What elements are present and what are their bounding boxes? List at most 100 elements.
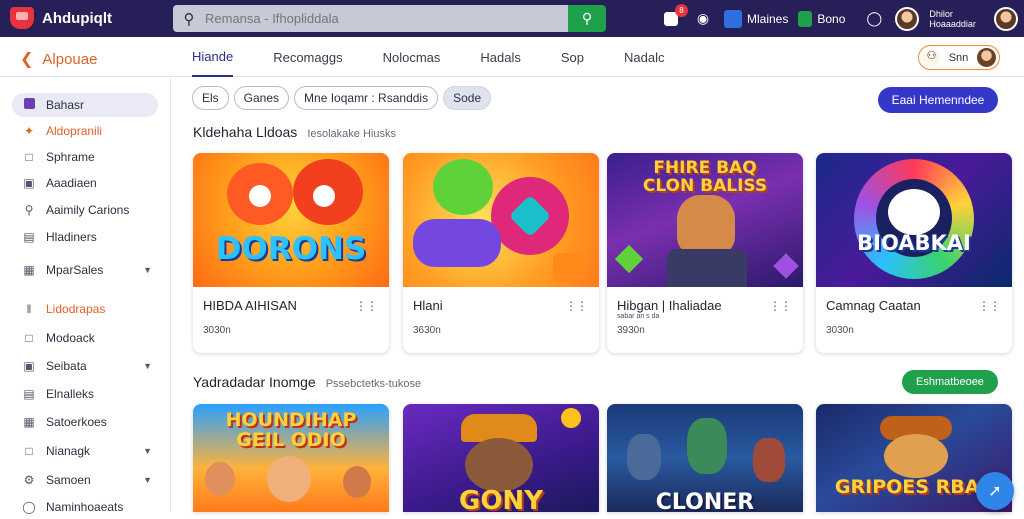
top-link-2[interactable]: Bono xyxy=(798,10,846,27)
side-character xyxy=(205,462,235,496)
sidebar-item-label: Modoack xyxy=(46,331,95,345)
game-card[interactable]: Hlani ⋮⋮ 3630n xyxy=(403,153,599,353)
app-logo[interactable]: Ahdupiqlt xyxy=(10,7,112,29)
notification-badge: 8 xyxy=(675,3,688,17)
sidebar-item-aaadiaen[interactable]: ▣ Aaadiaen xyxy=(12,171,158,195)
sidebar-item-label: Aaimily Carions xyxy=(46,203,130,217)
promo-pill[interactable]: ⚇ Snn xyxy=(918,45,1000,70)
game-card[interactable]: DORONS HIBDA AIHISAN ⋮⋮ 3030n xyxy=(193,153,389,353)
tab-nadalc[interactable]: Nadalc xyxy=(624,37,664,77)
sidebar-item-samoen[interactable]: ⚙ Samoen ▼ xyxy=(12,468,158,492)
game-thumbnail: HOUNDIHAP GEIL ODIO xyxy=(193,404,389,512)
game-logo-text: DORONS xyxy=(215,231,367,267)
sidebar-item-hladiners[interactable]: ▤ Hladiners xyxy=(12,225,158,249)
more-options-icon[interactable]: ⋮⋮ xyxy=(565,299,588,313)
clipboard-icon: ▤ xyxy=(23,230,35,244)
sidebar-item-games[interactable]: Bahasr xyxy=(12,93,158,117)
character-shape xyxy=(687,418,727,474)
sidebar-item-nianagk[interactable]: □ Nianagk ▼ xyxy=(12,439,158,463)
sidebar-item-label: MparSales xyxy=(46,263,104,277)
chip-filter[interactable]: Mne Ioqamr : Rsanddis xyxy=(294,86,439,110)
chip-all[interactable]: Els xyxy=(192,86,229,110)
section-2-subtitle: Pssebctetks-tukose xyxy=(325,378,422,390)
game-card[interactable]: CLONER xyxy=(607,404,803,512)
coin-shape xyxy=(561,408,581,428)
section-2-button[interactable]: Eshmatbeoee xyxy=(902,370,998,394)
user-info[interactable]: Dhilor Hoaaaddiar xyxy=(929,9,976,29)
top-link-1[interactable]: Mlaines xyxy=(724,9,788,28)
box-icon: □ xyxy=(25,331,33,345)
chevron-left-icon: ❮ xyxy=(20,51,34,68)
game-card[interactable]: BIOABKAI Camnag Caatan ⋮⋮ 3030n xyxy=(816,153,1012,353)
tab-home[interactable]: Hiande xyxy=(192,37,234,77)
floating-action-button[interactable]: ➚ xyxy=(976,472,1014,510)
more-options-icon[interactable]: ⋮⋮ xyxy=(978,299,1001,313)
search-input[interactable] xyxy=(205,11,545,26)
game-thumbnail: BIOABKAI xyxy=(816,153,1012,287)
profile-icon[interactable]: ◯ xyxy=(863,8,885,30)
game-thumbnail: CLONER xyxy=(607,404,803,512)
user-name-line1: Dhilor xyxy=(929,8,953,19)
chevron-down-icon: ▼ xyxy=(143,446,152,456)
game-thumbnail: DORONS xyxy=(193,153,389,287)
hero-character xyxy=(677,195,735,255)
tab-recommended[interactable]: Recomaggs xyxy=(273,37,342,77)
sidebar-item-popular[interactable]: ✦ Aldopranili xyxy=(12,119,158,143)
secondary-avatar[interactable] xyxy=(993,6,1018,31)
more-options-icon[interactable]: ⋮⋮ xyxy=(355,299,378,313)
more-options-icon[interactable]: ⋮⋮ xyxy=(769,299,792,313)
sidebar-item-seibata[interactable]: ▣ Seibata ▼ xyxy=(12,354,158,378)
section-1-subtitle: Iesolakake Hiusks xyxy=(307,128,396,140)
game-meta: 3030n xyxy=(203,325,231,336)
tab-shop[interactable]: Sop xyxy=(561,37,584,77)
game-logo-text: BIOABKAI xyxy=(857,231,971,255)
chip-games[interactable]: Ganes xyxy=(233,86,290,110)
block-shape xyxy=(553,253,583,281)
slime-character xyxy=(433,159,493,215)
search-submit-button[interactable]: ⚲ xyxy=(568,5,606,32)
eye-shape xyxy=(249,185,271,207)
sidebar-item-family[interactable]: ⚲ Aaimily Carions xyxy=(12,198,158,222)
game-card[interactable]: GONY xyxy=(403,404,599,512)
sidebar: Bahasr ✦ Aldopranili □ Sphrame ▣ Aaadiae… xyxy=(0,78,171,514)
game-title: Camnag Caatan xyxy=(826,298,921,313)
sidebar-item-satoerkoes[interactable]: ▦ Satoerkoes xyxy=(12,410,158,434)
tab-news[interactable]: Nolocmas xyxy=(383,37,441,77)
flag-icon xyxy=(798,10,813,27)
section-2-title: Yadradadar Inomge xyxy=(193,374,316,390)
sidebar-item-lidodrapas[interactable]: ‖ Lidodrapas xyxy=(12,297,158,321)
chevron-down-icon: ▼ xyxy=(143,475,152,485)
filter-chips: Els Ganes Mne Ioqamr : Rsanddis Sode xyxy=(192,86,492,110)
notifications-button[interactable]: 8 xyxy=(660,3,688,30)
sidebar-item-label: Elnalleks xyxy=(46,387,95,401)
trophy-icon: ⚲ xyxy=(24,203,34,217)
tab-hadals[interactable]: Hadals xyxy=(480,37,520,77)
sidebar-item-label: Lidodrapas xyxy=(46,302,106,316)
section-brand[interactable]: ❮ Alpouae xyxy=(20,49,97,69)
sidebar-item-mparsales[interactable]: ▦ MparSales ▼ xyxy=(12,258,158,282)
sidebar-item-elnalleks[interactable]: ▤ Elnalleks xyxy=(12,382,158,406)
game-subtitle: sabar an s da xyxy=(617,313,660,320)
game-logo-text: CLONER xyxy=(655,490,755,512)
game-title: Hlani xyxy=(413,298,443,313)
layers-icon: ▦ xyxy=(23,415,35,429)
game-meta: 3030n xyxy=(826,325,854,336)
game-logo-text: GONY xyxy=(458,486,544,512)
sidebar-item-label: Nianagk xyxy=(46,444,91,458)
hero-character xyxy=(884,434,948,478)
sidebar-item-naminhoaeats[interactable]: ◯ Naminhoaeats xyxy=(12,495,158,519)
sidebar-item-sphrame[interactable]: □ Sphrame xyxy=(12,145,158,169)
game-card[interactable]: FHIRE BAQ CLON BALISS Hibgan | Ihaliadae… xyxy=(607,153,803,353)
primary-cta-button[interactable]: Eaai Hemenndee xyxy=(878,87,998,113)
search-field: ⚲ xyxy=(173,5,568,32)
game-card[interactable]: HOUNDIHAP GEIL ODIO xyxy=(193,404,389,512)
user-avatar[interactable] xyxy=(895,6,920,31)
chip-sode[interactable]: Sode xyxy=(443,86,492,110)
sidebar-item-label: Satoerkoes xyxy=(46,415,107,429)
sidebar-item-label: Samoen xyxy=(46,473,91,487)
sidebar-item-modoack[interactable]: □ Modoack xyxy=(12,326,158,350)
top-link-2-label: Bono xyxy=(817,11,846,26)
sidebar-item-label: Aaadiaen xyxy=(46,176,97,190)
promo-avatar xyxy=(976,48,996,67)
controller-icon[interactable]: ◉ xyxy=(692,8,714,30)
